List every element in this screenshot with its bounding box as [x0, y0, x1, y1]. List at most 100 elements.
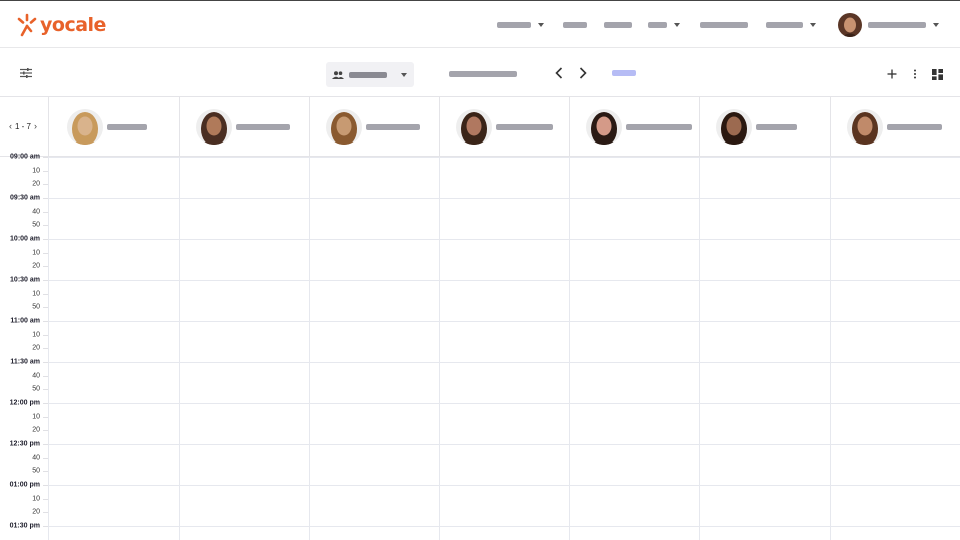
nav-item-2[interactable]: [563, 17, 587, 33]
sun-burst-icon: [17, 13, 37, 37]
staff-column-divider: [439, 157, 440, 540]
staff-column-header[interactable]: [830, 97, 960, 157]
staff-column-header[interactable]: [309, 97, 439, 157]
staff-name-label: [756, 124, 797, 130]
staff-name-label: [887, 124, 942, 130]
caret-down-icon: [401, 72, 407, 77]
staff-column-header[interactable]: [48, 97, 179, 157]
sliders-icon[interactable]: [18, 66, 34, 80]
chevron-left-icon[interactable]: ‹: [6, 121, 15, 131]
staff-avatar: [196, 109, 232, 145]
staff-column-divider: [179, 157, 180, 540]
half-hour-gridline: [48, 526, 960, 528]
half-hour-gridline: [48, 403, 960, 405]
time-axis: 09:00 am 10 20 09:30 am 40 50 10:00 am 10 20 10:3…: [0, 153, 48, 540]
chevron-left-icon[interactable]: [552, 65, 566, 81]
people-icon: [332, 70, 344, 79]
minute-label: 20: [32, 508, 40, 516]
time-slot-label: 09:00 am: [10, 153, 40, 161]
caret-down-icon: [933, 23, 939, 27]
staff-name-label: [236, 124, 290, 130]
staff-column-divider: [48, 157, 49, 540]
minute-label: 10: [32, 331, 40, 339]
time-slot-label: 11:30 am: [10, 358, 40, 366]
minute-label: 40: [32, 372, 40, 380]
nav-item-5[interactable]: [700, 17, 748, 33]
nav-item-2-label: [563, 22, 587, 28]
half-hour-gridline: [48, 321, 960, 323]
caret-down-icon: [810, 23, 816, 27]
staff-name-label: [496, 124, 553, 130]
time-slot-label: 10:00 am: [10, 235, 40, 243]
minute-label: 10: [32, 249, 40, 257]
staff-pager: ‹ 1 - 7 ›: [6, 121, 40, 131]
time-slot-label: 01:30 pm: [9, 522, 40, 530]
staff-column-header[interactable]: [699, 97, 830, 157]
nav-item-1-label: [497, 22, 531, 28]
staff-column-divider: [699, 157, 700, 540]
minute-label: 10: [32, 167, 40, 175]
staff-column-header[interactable]: [439, 97, 569, 157]
staff-column-header[interactable]: [179, 97, 309, 157]
plus-icon[interactable]: [885, 67, 899, 81]
minute-label: 50: [32, 221, 40, 229]
staff-avatar: [586, 109, 622, 145]
staff-name-label: [107, 124, 147, 130]
date-range-label: [449, 71, 517, 77]
minute-label: 20: [32, 344, 40, 352]
minute-label: 40: [32, 454, 40, 462]
staff-column-divider: [569, 157, 570, 540]
today-button[interactable]: [612, 70, 636, 76]
calendar-toolbar: [0, 49, 960, 97]
team-select-label: [349, 71, 387, 78]
calendar-grid[interactable]: [48, 157, 960, 540]
staff-avatar: [716, 109, 752, 145]
nav-item-5-label: [700, 22, 748, 28]
half-hour-gridline: [48, 485, 960, 487]
chevron-right-icon[interactable]: ›: [31, 121, 40, 131]
nav-item-4[interactable]: [648, 17, 680, 33]
nav-item-6[interactable]: [766, 17, 816, 33]
minute-label: 20: [32, 180, 40, 188]
top-navigation-bar: yocale: [0, 0, 960, 48]
nav-item-3[interactable]: [604, 17, 632, 33]
user-menu[interactable]: [868, 17, 939, 33]
grid-view-icon[interactable]: [930, 67, 944, 81]
nav-item-6-label: [766, 22, 803, 28]
staff-column-divider: [830, 157, 831, 540]
half-hour-gridline: [48, 239, 960, 241]
nav-item-1[interactable]: [497, 17, 544, 33]
user-name-label: [868, 22, 926, 28]
time-slot-label: 09:30 am: [10, 194, 40, 202]
minute-label: 50: [32, 303, 40, 311]
staff-avatar: [67, 109, 103, 145]
minute-label: 10: [32, 413, 40, 421]
staff-column-header[interactable]: [569, 97, 699, 157]
staff-avatar: [456, 109, 492, 145]
time-slot-label: 11:00 am: [10, 317, 40, 325]
nav-item-3-label: [604, 22, 632, 28]
user-avatar[interactable]: [838, 13, 862, 37]
minute-label: 10: [32, 290, 40, 298]
yocale-logo[interactable]: yocale: [16, 9, 106, 41]
logo-text: yocale: [40, 14, 106, 36]
half-hour-gridline: [48, 198, 960, 199]
staff-name-label: [626, 124, 692, 130]
time-slot-label: 12:30 pm: [9, 440, 40, 448]
staff-header-row: ‹ 1 - 7 ›: [0, 97, 960, 157]
half-hour-gridline: [48, 444, 960, 446]
staff-name-label: [366, 124, 420, 130]
staff-column-divider: [309, 157, 310, 540]
minute-label: 40: [32, 208, 40, 216]
half-hour-gridline: [48, 362, 960, 364]
half-hour-gridline: [48, 280, 960, 282]
minute-label: 50: [32, 467, 40, 475]
more-vertical-icon[interactable]: [909, 67, 921, 81]
time-slot-label: 12:00 pm: [9, 399, 40, 407]
chevron-right-icon[interactable]: [576, 65, 590, 81]
time-slot-label: 01:00 pm: [9, 481, 40, 489]
caret-down-icon: [538, 23, 544, 27]
staff-avatar: [326, 109, 362, 145]
team-select-dropdown[interactable]: [326, 62, 414, 87]
minute-label: 50: [32, 385, 40, 393]
